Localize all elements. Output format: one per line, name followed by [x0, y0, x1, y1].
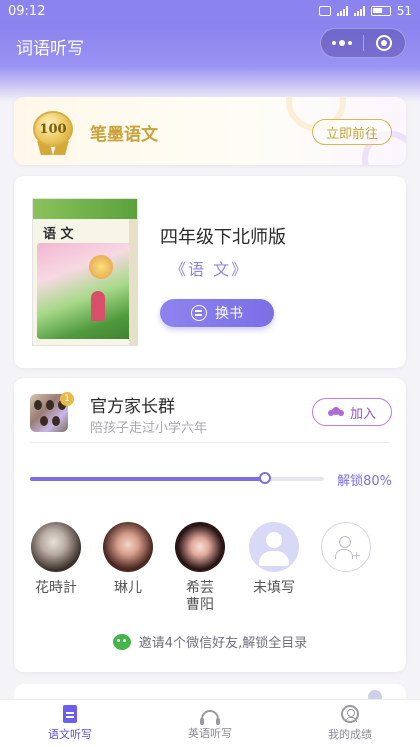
join-label: 加入 [349, 406, 376, 422]
add-member-icon: + [321, 522, 371, 572]
group-name: 官方家长群 [90, 397, 175, 417]
status-time: 09:12 [8, 3, 46, 19]
group-badge: 1 [60, 392, 74, 406]
promo-banner[interactable]: 100 笔墨语文 立即前往 [14, 97, 406, 165]
signal-icon-2 [353, 6, 365, 16]
divider [30, 442, 390, 443]
status-bar: 09:12 51 [0, 0, 420, 22]
headphones-icon [200, 710, 220, 725]
member-name: 希芸曹阳 [186, 580, 214, 613]
unlock-progress-bar [30, 472, 324, 484]
member-avatar [103, 522, 153, 572]
member-name: 琳儿 [114, 580, 142, 596]
unlock-percentage: 解锁80% [337, 474, 392, 489]
member-list: 花時計 琳儿 希芸曹阳 未填写 + [14, 522, 406, 614]
tab-english-dictation[interactable]: 英语听写 [140, 700, 280, 747]
invite-tip[interactable]: 邀请4个微信好友,解锁全目录 [14, 632, 406, 651]
book-subtitle: 《语 文》 [170, 260, 250, 279]
unlock-progress-fill [30, 477, 266, 481]
join-group-button[interactable]: 加入 [312, 398, 392, 426]
change-book-button[interactable]: 换书 [160, 299, 274, 327]
alarm-icon [318, 6, 331, 16]
tab-my-scores[interactable]: 我的成绩 [280, 700, 420, 747]
bottom-tab-bar: 语文听写 英语听写 我的成绩 [0, 699, 420, 747]
medal-number: 100 [33, 111, 73, 147]
document-icon [63, 705, 77, 723]
app-header: 词语听写 [0, 22, 420, 102]
member-item[interactable]: 希芸曹阳 [164, 522, 236, 614]
parent-group-card: 1 官方家长群 陪孩子走过小学六年 加入 解锁80% 花時計 琳儿 希芸曹阳 未… [14, 378, 406, 672]
group-people-icon [328, 407, 344, 417]
tab-label: 英语听写 [188, 727, 232, 740]
member-avatar [31, 522, 81, 572]
battery-icon [370, 6, 391, 16]
invite-tip-text: 邀请4个微信好友,解锁全目录 [138, 636, 308, 651]
member-item[interactable]: 琳儿 [92, 522, 164, 597]
book-title: 四年级下北师版 [160, 227, 286, 248]
promo-title: 笔墨语文 [90, 125, 158, 145]
medal-icon: 100 [30, 111, 76, 155]
page-title: 词语听写 [16, 39, 84, 59]
tab-label: 我的成绩 [328, 728, 372, 741]
member-avatar [175, 522, 225, 572]
empty-avatar-icon [249, 522, 299, 572]
battery-level: 51 [396, 4, 412, 18]
member-item[interactable]: 花時計 [20, 522, 92, 597]
group-subtitle: 陪孩子走过小学六年 [90, 421, 208, 436]
invite-member-item[interactable]: + [310, 522, 382, 572]
tab-chinese-dictation[interactable]: 语文听写 [0, 700, 140, 747]
wechat-icon [112, 633, 131, 650]
user-icon [341, 705, 359, 723]
book-cover[interactable]: 语 文 [32, 198, 138, 346]
more-menu-icon[interactable] [321, 40, 363, 46]
textbook-card: 语 文 四年级下北师版 《语 文》 换书 [14, 176, 406, 368]
member-name: 未填写 [253, 580, 295, 596]
tab-label: 语文听写 [48, 728, 92, 741]
change-book-label: 换书 [215, 306, 243, 322]
member-name: 花時計 [35, 580, 77, 596]
signal-icon [336, 6, 348, 16]
go-now-button[interactable]: 立即前往 [312, 119, 392, 145]
unlock-progress-knob [259, 472, 272, 484]
swap-icon [191, 305, 207, 321]
member-item[interactable]: 未填写 [238, 522, 310, 597]
mini-program-capsule [320, 28, 406, 58]
close-mini-program-icon[interactable] [364, 35, 406, 51]
book-cover-title: 语 文 [43, 227, 74, 242]
